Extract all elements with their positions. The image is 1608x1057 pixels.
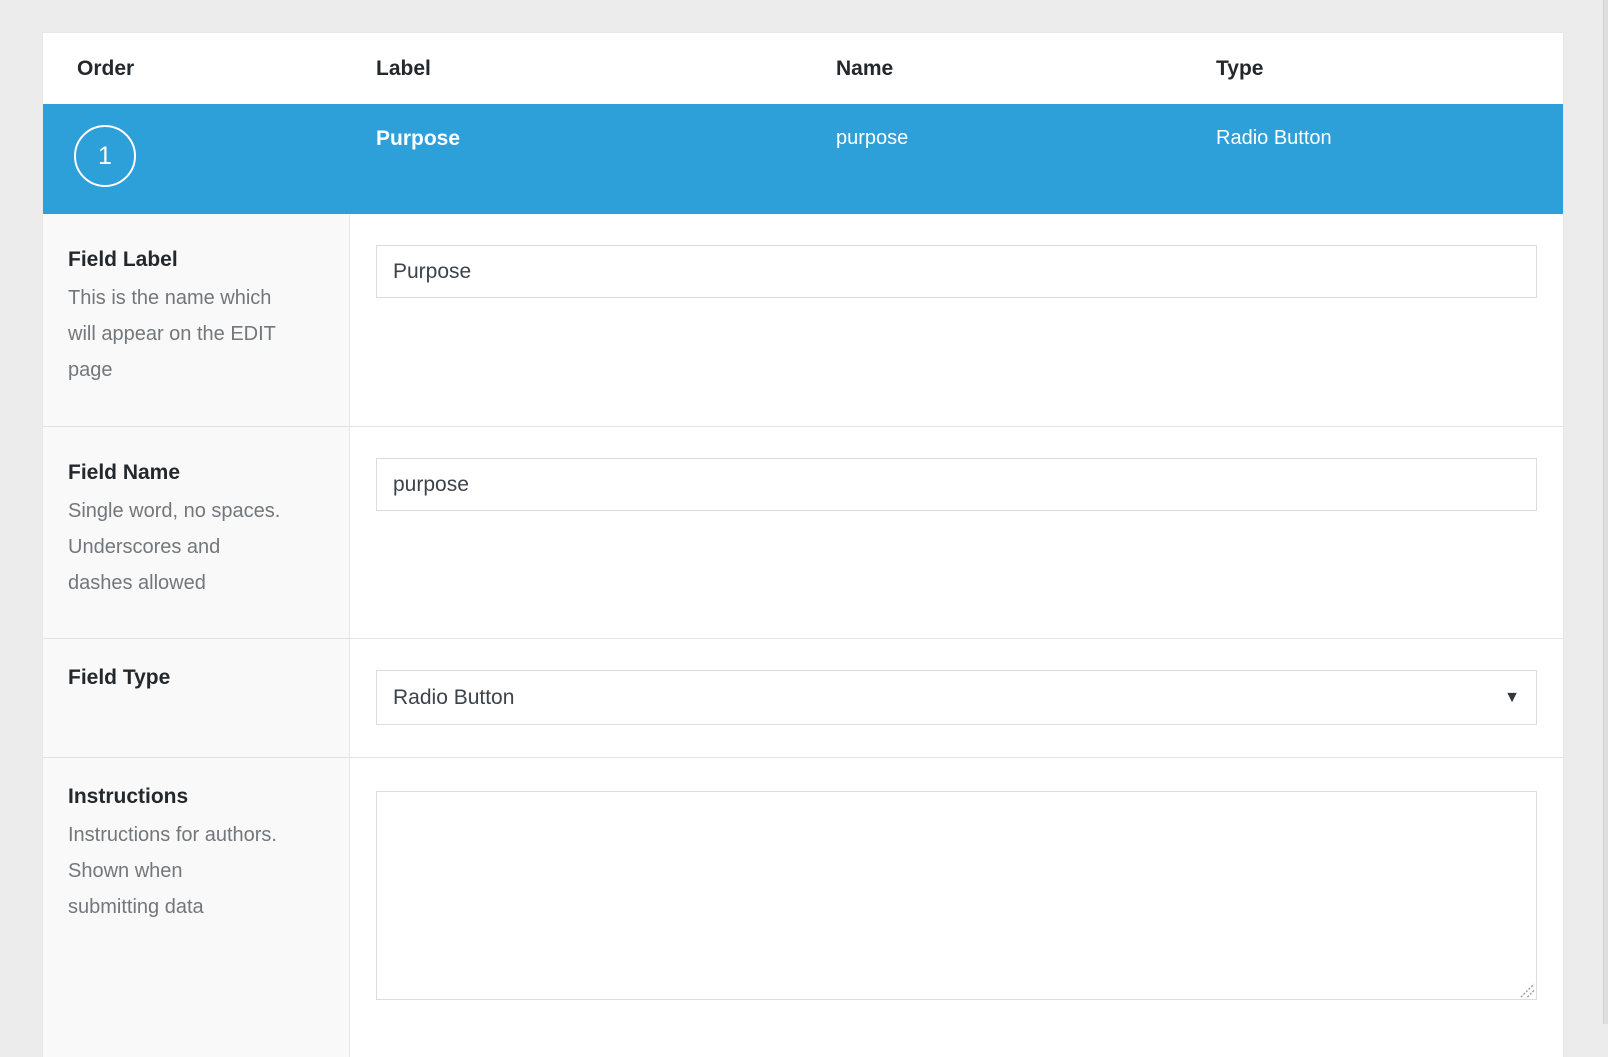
field-settings-table: Order Label Name Type Purpose purpose Ra… (42, 32, 1564, 1057)
setting-description: Instructions for authors. Shown when sub… (68, 817, 324, 925)
setting-input-cell (350, 427, 1563, 638)
setting-title: Field Name (68, 461, 324, 485)
setting-row-field-label: Field Label This is the name which will … (43, 214, 1563, 426)
setting-title: Instructions (68, 785, 324, 809)
setting-label-cell: Instructions Instructions for authors. S… (43, 758, 350, 1057)
field-summary-row[interactable]: Purpose purpose Radio Button 1 (43, 104, 1563, 214)
field-name-input[interactable] (376, 458, 1537, 511)
field-summary-type: Radio Button (1216, 104, 1563, 214)
setting-row-instructions: Instructions Instructions for authors. S… (43, 757, 1563, 1057)
setting-row-field-type: Field Type Radio Button ▼ (43, 638, 1563, 757)
field-label-input[interactable] (376, 245, 1537, 298)
column-header-order: Order (43, 57, 376, 81)
dropdown-arrow-icon: ▼ (1504, 689, 1520, 707)
setting-input-cell (350, 214, 1563, 426)
setting-description: This is the name which will appear on th… (68, 280, 324, 388)
setting-input-cell (350, 758, 1563, 1057)
field-type-selected-value: Radio Button (393, 686, 514, 710)
resize-handle-icon[interactable] (1518, 981, 1535, 998)
setting-label-cell: Field Label This is the name which will … (43, 214, 350, 426)
instructions-textarea-wrap (376, 791, 1537, 1000)
setting-description: Single word, no spaces. Underscores and … (68, 493, 324, 601)
setting-title: Field Type (68, 666, 324, 690)
setting-label-cell: Field Type (43, 639, 350, 757)
field-summary-label: Purpose (376, 104, 836, 214)
column-header-type: Type (1216, 57, 1563, 81)
instructions-textarea[interactable] (376, 791, 1537, 1000)
field-summary-name: purpose (836, 104, 1216, 214)
table-header-row: Order Label Name Type (43, 33, 1563, 104)
field-type-select[interactable]: Radio Button ▼ (376, 670, 1537, 725)
setting-input-cell: Radio Button ▼ (350, 639, 1563, 757)
setting-title: Field Label (68, 248, 324, 272)
vertical-scrollbar[interactable] (1603, 0, 1608, 1024)
column-header-label: Label (376, 57, 836, 81)
setting-row-field-name: Field Name Single word, no spaces. Under… (43, 426, 1563, 638)
setting-label-cell: Field Name Single word, no spaces. Under… (43, 427, 350, 638)
order-badge: 1 (74, 125, 136, 187)
column-header-name: Name (836, 57, 1216, 81)
